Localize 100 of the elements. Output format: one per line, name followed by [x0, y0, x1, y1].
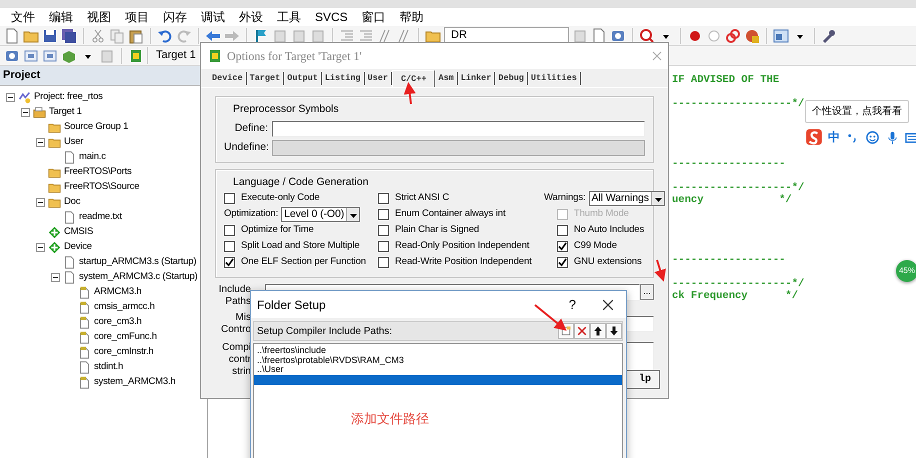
- collapse-toggle[interactable]: [36, 198, 45, 206]
- tree-item[interactable]: CMSIS: [64, 224, 94, 240]
- tree-item[interactable]: cmsis_armcc.h: [94, 300, 155, 314]
- checkbox-label: Execute-only Code: [241, 191, 320, 206]
- tree-item[interactable]: Source Group 1: [64, 120, 128, 134]
- checkbox[interactable]: [224, 257, 235, 268]
- tree-item[interactable]: core_cmInstr.h: [94, 344, 154, 360]
- dropdown-select[interactable]: Level 0 (-O0): [281, 207, 360, 222]
- browse-button[interactable]: ...: [640, 284, 654, 300]
- menu-item[interactable]: SVCS: [308, 8, 355, 26]
- link-icon[interactable]: [725, 28, 741, 44]
- tree-item[interactable]: system_ARMCM3.c (Startup): [79, 270, 198, 284]
- checkbox[interactable]: [378, 257, 389, 268]
- checkbox[interactable]: [224, 225, 235, 236]
- dialog-tab[interactable]: Asm: [435, 72, 458, 85]
- indent-icon[interactable]: [358, 28, 374, 44]
- dialog-tab[interactable]: Device: [209, 72, 247, 85]
- menu-item[interactable]: 帮助: [392, 8, 431, 26]
- checkbox[interactable]: [378, 193, 389, 204]
- field-label: Contro: [220, 324, 251, 336]
- text-field[interactable]: [272, 120, 645, 137]
- toolbar-label: Setup Compiler Include Paths:: [257, 324, 394, 338]
- menu-item[interactable]: 闪存: [156, 8, 194, 26]
- annotation-text: 添加文件路径: [350, 410, 430, 428]
- indent-icon[interactable]: [339, 28, 355, 44]
- tree-item[interactable]: main.c: [79, 150, 106, 164]
- window-icon[interactable]: [773, 28, 789, 44]
- dialog-tab[interactable]: Linker: [458, 72, 496, 85]
- menu-item[interactable]: 文件: [4, 8, 42, 26]
- dialog-tab[interactable]: C/C++: [392, 70, 436, 87]
- checkbox[interactable]: [556, 257, 568, 268]
- checkbox[interactable]: [224, 193, 235, 204]
- save-all-icon[interactable]: [61, 28, 77, 44]
- menu-item[interactable]: 工具: [270, 8, 308, 26]
- dialog-title: Options for Target 'Target 1': [227, 48, 362, 65]
- dialog-tab[interactable]: Debug: [495, 72, 528, 85]
- field-label: strin: [232, 366, 251, 378]
- tree-item[interactable]: User: [64, 134, 84, 150]
- smiley-icon[interactable]: [865, 130, 880, 144]
- tree-item[interactable]: stdint.h: [94, 360, 124, 374]
- checkbox-label: C99 Mode: [574, 239, 617, 254]
- menu-item[interactable]: 窗口: [354, 8, 393, 26]
- tree-item[interactable]: startup_ARMCM3.s (Startup): [79, 254, 196, 270]
- header-file-icon: [78, 316, 91, 328]
- code-line: ck Frequency */: [672, 290, 800, 302]
- checkbox[interactable]: [556, 225, 568, 236]
- checkbox[interactable]: [378, 241, 389, 252]
- undo-icon[interactable]: [157, 28, 173, 44]
- bookmark-flag-icon[interactable]: [253, 28, 269, 44]
- save-icon[interactable]: [42, 28, 58, 44]
- checkbox[interactable]: [224, 241, 235, 252]
- tree-item[interactable]: system_ARMCM3.h: [94, 374, 176, 390]
- search-icon[interactable]: [639, 28, 655, 44]
- menu-item[interactable]: 调试: [194, 8, 232, 26]
- move-down-button[interactable]: [606, 323, 622, 339]
- tree-item[interactable]: readme.txt: [79, 210, 122, 224]
- delete-button[interactable]: [574, 323, 590, 339]
- path-item[interactable]: ..\freertos\include: [254, 346, 622, 356]
- path-item[interactable]: [254, 374, 622, 384]
- menu-item[interactable]: 外设: [232, 8, 270, 26]
- path-item[interactable]: ..\freertos\protable\RVDS\RAM_CM3: [254, 356, 622, 365]
- checkbox[interactable]: [556, 241, 568, 252]
- collapse-toggle[interactable]: [36, 138, 45, 146]
- collapse-toggle[interactable]: [21, 108, 30, 116]
- help-icon[interactable]: ?: [568, 294, 576, 314]
- ime-mode-toggle[interactable]: 中: [828, 128, 840, 146]
- collapse-toggle[interactable]: [6, 92, 15, 102]
- wrench-icon[interactable]: [821, 28, 837, 44]
- dialog-tab[interactable]: Output: [284, 72, 322, 85]
- file-icon: [78, 360, 91, 374]
- tree-item[interactable]: core_cm3.h: [94, 314, 142, 330]
- checkbox[interactable]: [378, 225, 389, 236]
- ime-logo-icon[interactable]: [805, 128, 823, 146]
- move-up-button[interactable]: [590, 323, 606, 339]
- tree-item[interactable]: ARMCM3.h: [94, 284, 142, 300]
- menu-item[interactable]: 视图: [80, 8, 118, 26]
- paste-icon[interactable]: [128, 28, 144, 44]
- tree-item[interactable]: Device: [64, 240, 92, 254]
- dialog-tab[interactable]: User: [364, 72, 392, 85]
- arrow-annotation: [404, 82, 416, 104]
- collapse-toggle[interactable]: [36, 242, 45, 252]
- code-line: -------------------*/: [672, 98, 806, 110]
- tree-item[interactable]: Project: free_rtos: [34, 90, 103, 104]
- dialog-tab[interactable]: Target: [246, 72, 284, 85]
- tree-item[interactable]: core_cmFunc.h: [94, 330, 157, 344]
- checkbox[interactable]: [378, 209, 389, 220]
- dialog-tab[interactable]: Utilities: [528, 72, 581, 85]
- tree-item[interactable]: FreeRTOS\Source: [64, 180, 140, 194]
- menu-item[interactable]: 编辑: [42, 8, 80, 26]
- path-list[interactable]: ..\freertos\include ..\freertos\protable\RVDS\RAM_CM3 ..\User 添加文件路径: [253, 343, 623, 458]
- checkbox-label: Plain Char is Signed: [395, 223, 480, 238]
- header-file-icon: [78, 330, 91, 344]
- dialog-tab[interactable]: Listing: [322, 72, 365, 85]
- dropdown-select[interactable]: All Warnings: [588, 191, 665, 206]
- tree-item[interactable]: Target 1: [49, 104, 82, 120]
- tree-item[interactable]: FreeRTOS\Ports: [64, 164, 132, 180]
- close-icon[interactable]: [602, 298, 614, 310]
- collapse-toggle[interactable]: [51, 272, 60, 282]
- tree-item[interactable]: Doc: [64, 194, 80, 210]
- menu-item[interactable]: 项目: [118, 8, 156, 26]
